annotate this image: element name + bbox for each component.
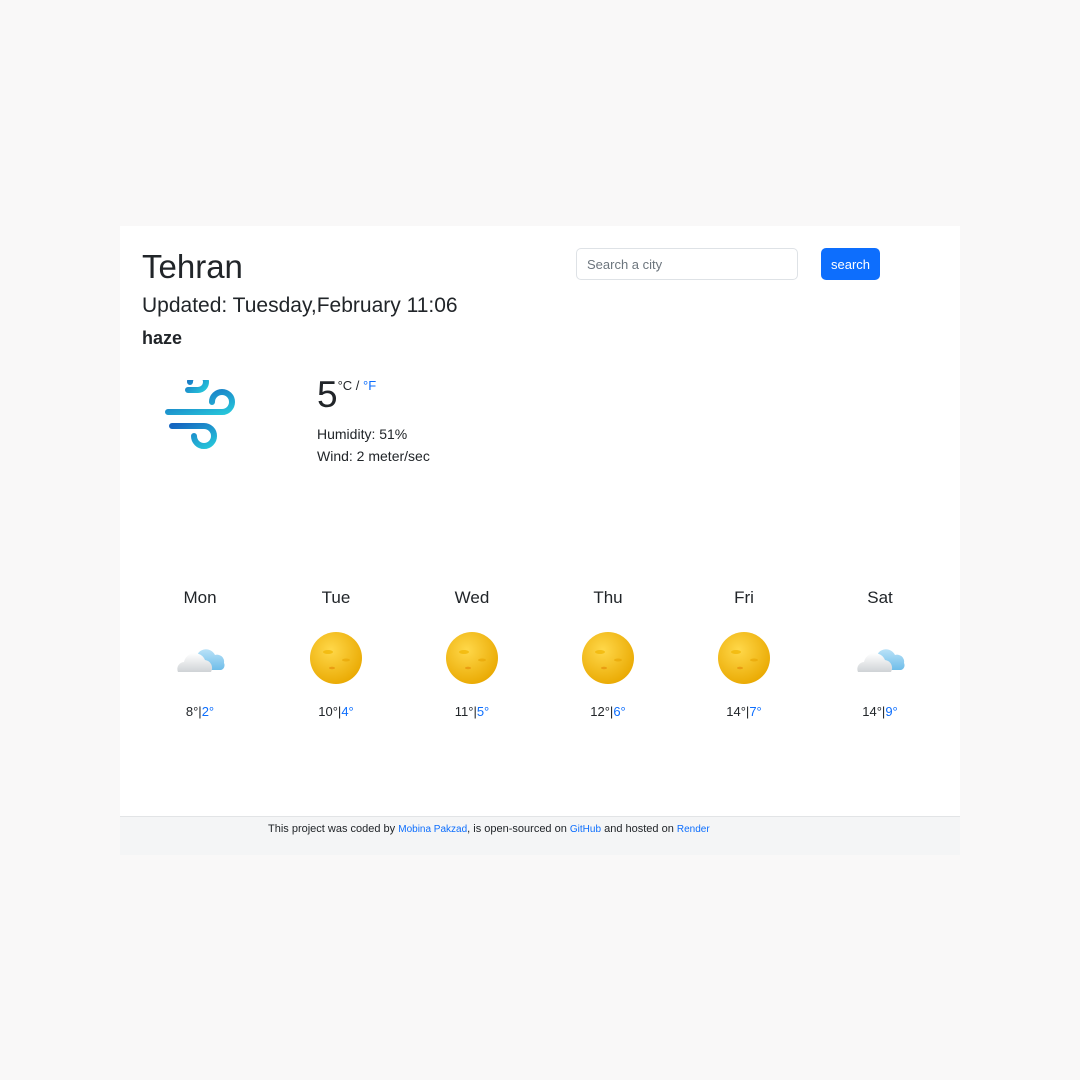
cloud-icon (177, 649, 225, 672)
footer-text-part: This project was coded by (268, 823, 399, 835)
forecast-max: 11° (454, 704, 474, 719)
forecast-min: 4° (341, 704, 354, 719)
forecast-temps: 14°|7° (676, 704, 812, 719)
forecast-temps: 11°|5° (404, 704, 540, 719)
forecast-day-name: Sat (867, 588, 893, 607)
updated-time: Updated: Tuesday,February 11:06 (142, 294, 458, 317)
sun-icon (582, 632, 634, 684)
forecast-day-name: Fri (734, 588, 754, 607)
unit-separator: / (352, 378, 364, 393)
github-link[interactable]: GitHub (570, 824, 601, 835)
sun-icon (446, 632, 498, 684)
forecast-max: 8° (185, 704, 199, 719)
wind-speed: Wind: 2 meter/sec (317, 448, 430, 464)
forecast-day-name: Mon (183, 588, 217, 607)
forecast-min: 9° (885, 704, 898, 719)
forecast-temps: 8°|2° (132, 704, 268, 719)
forecast-temps: 12°|6° (540, 704, 676, 719)
forecast-max: 14° (726, 704, 746, 719)
render-link[interactable]: Render (677, 824, 710, 835)
footer-text-part: and hosted on (601, 823, 677, 835)
forecast-day: Thu 12°|6° (540, 586, 676, 719)
humidity: Humidity: 51% (317, 426, 408, 442)
forecast-min: 7° (749, 704, 762, 719)
forecast-day-name: Wed (454, 588, 490, 607)
search-input[interactable] (576, 248, 798, 280)
search-button[interactable]: search (821, 248, 880, 280)
cloud-icon (857, 649, 905, 672)
wind-icon (165, 380, 235, 449)
sun-icon (718, 632, 770, 684)
forecast-day-name: Thu (593, 588, 623, 607)
unit-toggle: °C / °F (338, 378, 377, 393)
fahrenheit-link[interactable]: °F (363, 378, 376, 393)
forecast-min: 2° (201, 704, 215, 719)
forecast-max: 12° (590, 704, 610, 719)
forecast-min: 5° (476, 704, 490, 719)
forecast-min: 6° (613, 704, 626, 719)
author-link[interactable]: Mobina Pakzad (398, 824, 467, 835)
weather-description: haze (142, 328, 183, 348)
forecast-temps: 14°|9° (812, 704, 948, 719)
weather-card: Tehran Updated: Tuesday,February 11:06 h… (120, 226, 960, 854)
celsius-unit[interactable]: °C (338, 378, 353, 393)
temperature-value: 5 (317, 374, 338, 415)
forecast-max: 10° (318, 704, 338, 719)
forecast-row: Mon 8°|2° Tue 10°|4° Wed 11°|5° Thu 12°|… (132, 586, 948, 719)
forecast-temps: 10°|4° (268, 704, 404, 719)
forecast-day-name: Tue (321, 588, 351, 607)
footer-text: This project was coded by Mobina Pakzad,… (268, 823, 710, 835)
forecast-day: Wed 11°|5° (404, 586, 540, 719)
sun-icon (310, 632, 362, 684)
forecast-max: 14° (862, 704, 882, 719)
footer-text-part: , is open-sourced on (467, 823, 570, 835)
forecast-day: Mon 8°|2° (132, 586, 268, 719)
forecast-day: Fri 14°|7° (676, 586, 812, 719)
city-name: Tehran (142, 248, 243, 285)
forecast-day: Sat 14°|9° (812, 586, 948, 719)
forecast-day: Tue 10°|4° (268, 586, 404, 719)
footer: This project was coded by Mobina Pakzad,… (120, 816, 960, 855)
current-temperature-block: 5°C / °F (317, 376, 376, 413)
